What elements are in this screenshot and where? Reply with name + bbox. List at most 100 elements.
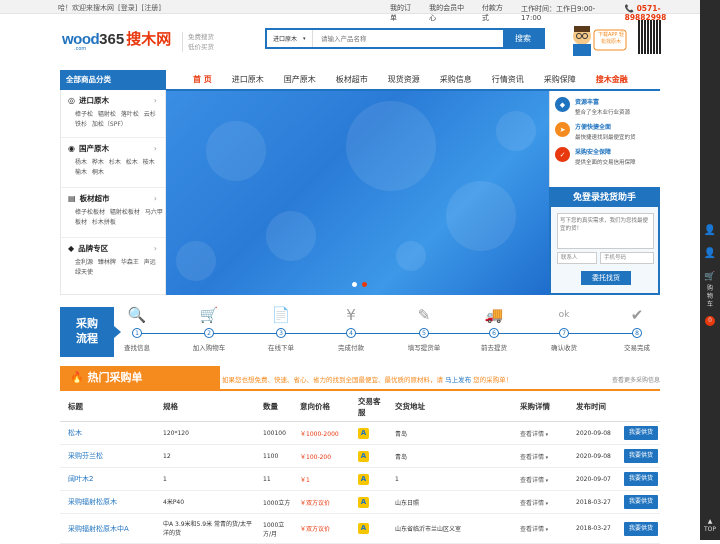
- nav-market-news[interactable]: 行情资讯: [482, 70, 534, 89]
- category-domestic-logs[interactable]: ◉ 国产原木 › 杨木 桦木 杉木 松木 桉木 榆木 桐木: [61, 138, 165, 188]
- step-label: 查找信息: [124, 344, 150, 352]
- login-link[interactable]: [登录]: [118, 3, 137, 13]
- category-menu: ◎ 进口原木 › 樟子松 辐射松 落叶松 云杉 铁杉 加松（SPF） ◉ 国产原木 …: [60, 90, 166, 295]
- nav-finance[interactable]: 搜木金融: [586, 70, 638, 89]
- step-number: 8: [632, 328, 642, 338]
- contact-input[interactable]: 联系人: [557, 252, 597, 264]
- qq-service-icon[interactable]: A: [358, 473, 369, 485]
- order-qty: 1000立方/月: [263, 521, 285, 538]
- sidebar-cart-label[interactable]: 购物车: [700, 285, 720, 309]
- chevron-down-icon: ▾: [303, 35, 306, 42]
- step-label: 交易完成: [624, 344, 650, 352]
- sourcing-helper-form: 免登录找货助手 联系人 手机号码 委托找货: [549, 187, 660, 295]
- view-detail-link[interactable]: 查看详情: [512, 429, 568, 438]
- category-board-market[interactable]: ▤ 板材超市 › 樟子松板材 辐射松板材 马六甲板材 杉木拼板: [61, 188, 165, 238]
- category-subs[interactable]: 金利源 臻林牌 华森王 声远 绿天使: [68, 258, 165, 278]
- chevron-right-icon: ›: [153, 194, 157, 203]
- view-detail-link[interactable]: 查看详情: [512, 452, 568, 461]
- category-title: 国产原木: [78, 144, 109, 153]
- supply-button[interactable]: 我要供货: [624, 426, 658, 440]
- search-input[interactable]: [313, 30, 503, 47]
- category-subs[interactable]: 杨木 桦木 杉木 松木 桉木 榆木 桐木: [68, 158, 165, 178]
- user-icon[interactable]: 👤: [700, 225, 720, 236]
- cart-icon: 🛒: [199, 306, 219, 324]
- nav-purchase-info[interactable]: 采购信息: [430, 70, 482, 89]
- search-category-select[interactable]: 进口原木 ▾: [267, 30, 313, 47]
- category-subs[interactable]: 樟子松 辐射松 落叶松 云杉 铁杉 加松（SPF）: [68, 110, 165, 130]
- step-number: 4: [346, 328, 356, 338]
- order-address: 青岛: [395, 453, 408, 461]
- banner-pagination: [352, 282, 367, 287]
- view-detail-link[interactable]: 查看详情: [512, 475, 568, 484]
- nav-board-market[interactable]: 板材超市: [326, 70, 378, 89]
- order-price: ￥100-200: [300, 453, 332, 461]
- service-icon[interactable]: 👤: [700, 248, 720, 259]
- helper-title: 免登录找货助手: [551, 189, 658, 207]
- demand-textarea[interactable]: [557, 213, 654, 249]
- cart-count: 0: [705, 316, 715, 326]
- slogan-line-1: 免费搜货: [188, 33, 214, 41]
- step-number: 5: [419, 328, 429, 338]
- supply-button[interactable]: 我要供货: [624, 449, 658, 463]
- site-logo[interactable]: wood365 搜木网 .com: [62, 28, 172, 52]
- view-detail-link[interactable]: 查看详情: [512, 498, 568, 507]
- order-qty: 1000立方: [263, 499, 291, 507]
- order-address: 1: [395, 475, 399, 483]
- payment-methods-link[interactable]: 付款方式: [482, 3, 509, 23]
- step-label: 填写提货单: [407, 344, 441, 352]
- qq-service-icon[interactable]: A: [358, 450, 369, 462]
- banner-dot[interactable]: [352, 282, 357, 287]
- cart-icon[interactable]: 🛒: [700, 272, 720, 282]
- my-orders-link[interactable]: 我的订单: [390, 3, 417, 23]
- publish-now-link[interactable]: 马上发布: [445, 376, 471, 384]
- table-row: 松木 120*120 100100 ￥1000-2000 A 青岛 查看详情 2020-09-…: [60, 422, 660, 445]
- supply-button[interactable]: 我要供货: [624, 495, 658, 509]
- submit-sourcing-button[interactable]: 委托找货: [581, 271, 631, 285]
- nav-stock[interactable]: 现货资源: [378, 70, 430, 89]
- search-button[interactable]: 搜索: [503, 28, 543, 48]
- order-title-link[interactable]: 采购芬兰松: [60, 451, 155, 461]
- feature-desc: 提供全面的交易信用保障: [575, 160, 636, 166]
- order-title-link[interactable]: 采购辐射松原木: [60, 497, 155, 507]
- order-title-link[interactable]: 松木: [60, 428, 155, 438]
- category-header[interactable]: 全部商品分类: [60, 70, 166, 90]
- work-hours: 工作时间：工作日9:00-17:00: [521, 5, 596, 22]
- register-link[interactable]: [注册]: [141, 3, 160, 13]
- category-title: 板材超市: [79, 194, 110, 203]
- col-address: 交货地址: [395, 402, 425, 411]
- order-date: 2020-09-07: [576, 475, 611, 483]
- app-download-banner[interactable]: 下载APP 轻松找原木: [568, 24, 628, 56]
- back-to-top[interactable]: ▲ TOP: [700, 518, 720, 534]
- nav-purchase-guarantee[interactable]: 采购保障: [534, 70, 586, 89]
- supply-button[interactable]: 我要供货: [624, 472, 658, 486]
- service-cell: A: [350, 473, 387, 485]
- hero-banner[interactable]: [166, 91, 550, 295]
- supply-button[interactable]: 我要供货: [624, 521, 658, 536]
- nav-imported-logs[interactable]: 进口原木: [222, 70, 274, 89]
- category-brands[interactable]: ◆ 品牌专区 › 金利源 臻林牌 华森王 声远 绿天使: [61, 238, 165, 288]
- chevron-right-icon: ›: [153, 144, 157, 153]
- view-detail-link[interactable]: 查看详情: [512, 524, 568, 533]
- qq-service-icon[interactable]: A: [358, 523, 369, 534]
- qr-code: [638, 20, 662, 54]
- member-center-link[interactable]: 我的会员中心: [429, 3, 470, 23]
- order-title-link[interactable]: 阔叶木2: [60, 474, 155, 484]
- order-title-link[interactable]: 采购辐射松原木中A: [60, 524, 155, 534]
- qq-service-icon[interactable]: A: [358, 427, 369, 439]
- hot-orders-title-text: 热门采购单: [87, 371, 143, 384]
- banner-dot-active[interactable]: [362, 282, 367, 287]
- more-purchase-link[interactable]: 查看更多采购信息: [612, 375, 660, 384]
- qq-service-icon[interactable]: A: [358, 496, 369, 508]
- hot-orders-message: 如果您也想免费、快速、省心、省力的找到全国最便宜、最优质的原材料，请 马上发布 …: [222, 374, 512, 384]
- category-subs[interactable]: 樟子松板材 辐射松板材 马六甲板材 杉木拼板: [68, 208, 165, 228]
- nav-domestic-logs[interactable]: 国产原木: [274, 70, 326, 89]
- category-imported-logs[interactable]: ◎ 进口原木 › 樟子松 辐射松 落叶松 云杉 铁杉 加松（SPF）: [61, 90, 165, 138]
- order-spec: 120*120: [163, 429, 189, 437]
- nav-home[interactable]: 首 页: [183, 70, 222, 89]
- flame-icon: 🔥: [70, 371, 88, 384]
- feature-title: 资源丰富: [575, 99, 600, 106]
- action-cell: 我要供货: [620, 521, 660, 536]
- order-date: 2020-09-08: [576, 429, 611, 437]
- edit-icon: ✎: [417, 306, 431, 324]
- phone-input[interactable]: 手机号码: [600, 252, 654, 264]
